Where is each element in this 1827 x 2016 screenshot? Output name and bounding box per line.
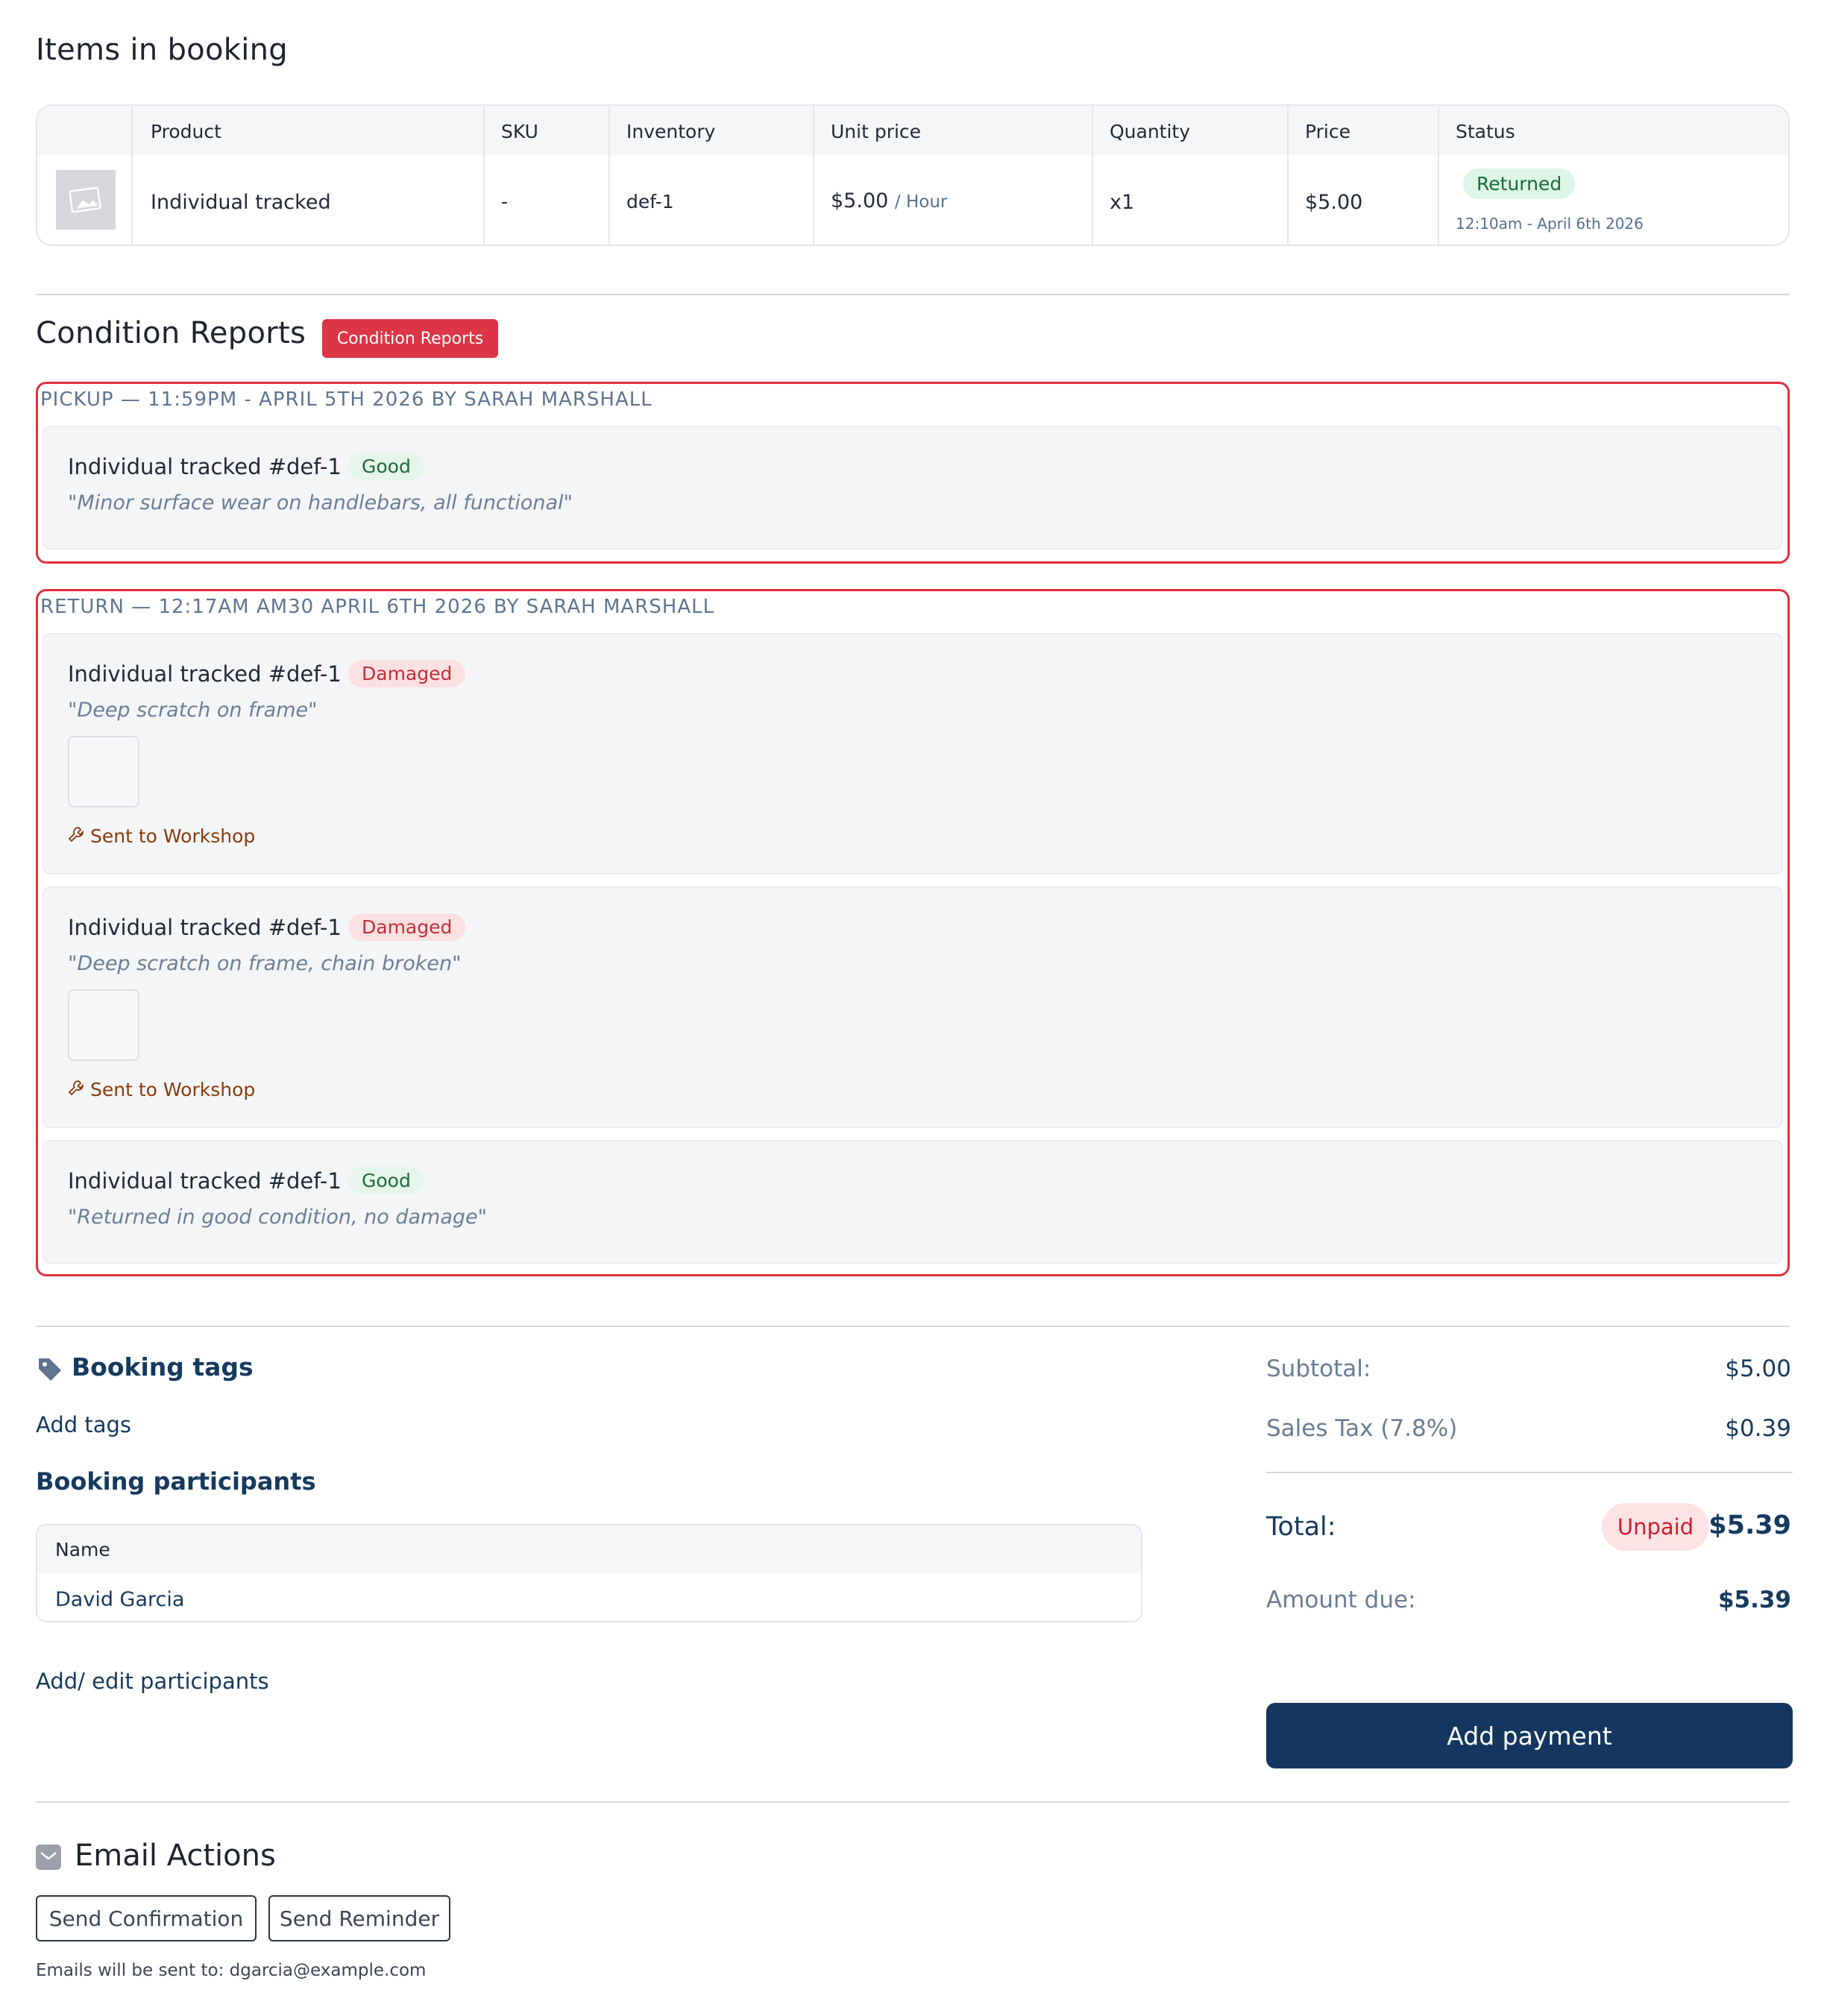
mail-icon (36, 1845, 61, 1870)
add-payment-button[interactable]: Add payment (1266, 1703, 1793, 1768)
unit-price-value: $5.00 / Hour (831, 189, 947, 212)
payment-status-badge: Unpaid (1602, 1503, 1709, 1551)
column-header-product: Product (151, 121, 221, 142)
status-badge: Returned (1463, 168, 1576, 199)
section-divider (36, 1326, 1790, 1327)
return-report-group: RETURN — 12:17AM AM30 APRIL 6TH 2026 BY … (36, 589, 1790, 1276)
workshop-label: Sent to Workshop (90, 825, 256, 847)
column-header-quantity: Quantity (1110, 121, 1191, 142)
tag-icon (36, 1355, 64, 1387)
participants-table: Name David Garcia (36, 1524, 1142, 1622)
section-divider (36, 1801, 1790, 1803)
condition-note: "Returned in good condition, no damage" (68, 1206, 488, 1229)
column-header-name: Name (55, 1539, 110, 1560)
items-section-title: Items in booking (36, 33, 288, 67)
condition-entry: Individual tracked #def-1 Good "Minor su… (43, 426, 1783, 549)
wrench-icon (68, 825, 84, 847)
pickup-report-heading: PICKUP — 11:59PM - APRIL 5TH 2026 BY SAR… (40, 388, 652, 411)
condition-good-badge: Good (348, 1167, 424, 1194)
condition-damaged-badge: Damaged (348, 913, 466, 941)
inventory-link[interactable]: def-1 (626, 191, 674, 212)
condition-note: "Minor surface wear on handlebars, all f… (68, 491, 573, 514)
totals-divider (1266, 1472, 1793, 1473)
sales-tax-value: $0.39 (1725, 1415, 1791, 1442)
unit-price-amount: $5.00 (831, 189, 889, 212)
product-name: Individual tracked (151, 191, 331, 214)
add-tags-link[interactable]: Add tags (36, 1412, 131, 1437)
booking-tags-title: Booking tags (72, 1352, 254, 1382)
condition-item-title: Individual tracked #def-1 (68, 1168, 342, 1194)
condition-photo[interactable] (68, 736, 139, 807)
condition-damaged-badge: Damaged (348, 660, 466, 687)
status-timestamp: 12:10am - April 6th 2026 (1456, 215, 1644, 233)
subtotal-label: Subtotal: (1266, 1355, 1371, 1382)
sales-tax-label: Sales Tax (7.8%) (1266, 1415, 1458, 1442)
column-header-inventory: Inventory (626, 121, 716, 142)
amount-due-value: $5.39 (1717, 1587, 1791, 1613)
price-value: $5.00 (1305, 191, 1363, 214)
quantity-value: x1 (1110, 191, 1135, 214)
condition-reports-title: Condition Reports (36, 316, 306, 350)
condition-good-badge: Good (348, 453, 424, 480)
return-report-heading: RETURN — 12:17AM AM30 APRIL 6TH 2026 BY … (40, 596, 715, 618)
wrench-icon (68, 1079, 84, 1100)
condition-note: "Deep scratch on frame" (68, 699, 318, 722)
total-label: Total: (1266, 1512, 1336, 1542)
email-recipient-note: Emails will be sent to: dgarcia@example.… (36, 1961, 427, 1980)
participant-name[interactable]: David Garcia (55, 1588, 184, 1611)
booking-participants-title: Booking participants (36, 1467, 316, 1496)
edit-participants-link[interactable]: Add/ edit participants (36, 1669, 269, 1694)
column-header-sku: SKU (501, 121, 538, 142)
total-value: $5.39 (1708, 1511, 1791, 1540)
column-header-status: Status (1456, 121, 1515, 142)
condition-entry: Individual tracked #def-1 Damaged "Deep … (43, 886, 1783, 1128)
column-header-unit-price: Unit price (831, 121, 922, 142)
email-actions-title: Email Actions (75, 1839, 276, 1873)
workshop-status: Sent to Workshop (68, 825, 255, 847)
condition-item-title: Individual tracked #def-1 (68, 661, 342, 687)
product-thumbnail-image-icon (56, 170, 116, 230)
workshop-label: Sent to Workshop (90, 1079, 256, 1100)
condition-entry: Individual tracked #def-1 Damaged "Deep … (43, 633, 1783, 875)
pickup-report-group: PICKUP — 11:59PM - APRIL 5TH 2026 BY SAR… (36, 382, 1790, 564)
condition-photo[interactable] (68, 989, 139, 1061)
condition-note: "Deep scratch on frame, chain broken" (68, 952, 462, 975)
condition-item-title: Individual tracked #def-1 (68, 454, 342, 479)
workshop-status: Sent to Workshop (68, 1079, 255, 1100)
send-confirmation-button[interactable]: Send Confirmation (36, 1895, 257, 1941)
unit-price-unit: / Hour (894, 192, 948, 212)
condition-entry: Individual tracked #def-1 Good "Returned… (43, 1140, 1783, 1264)
sku-value: - (501, 191, 509, 212)
send-reminder-button[interactable]: Send Reminder (268, 1895, 450, 1941)
section-divider (36, 294, 1790, 295)
items-table: Product SKU Inventory Unit price Quantit… (36, 104, 1790, 246)
condition-item-title: Individual tracked #def-1 (68, 915, 342, 940)
condition-reports-badge[interactable]: Condition Reports (322, 319, 498, 358)
participants-table-header (37, 1525, 1141, 1573)
subtotal-value: $5.00 (1725, 1355, 1791, 1382)
amount-due-label: Amount due: (1266, 1587, 1416, 1613)
column-header-price: Price (1305, 121, 1350, 142)
